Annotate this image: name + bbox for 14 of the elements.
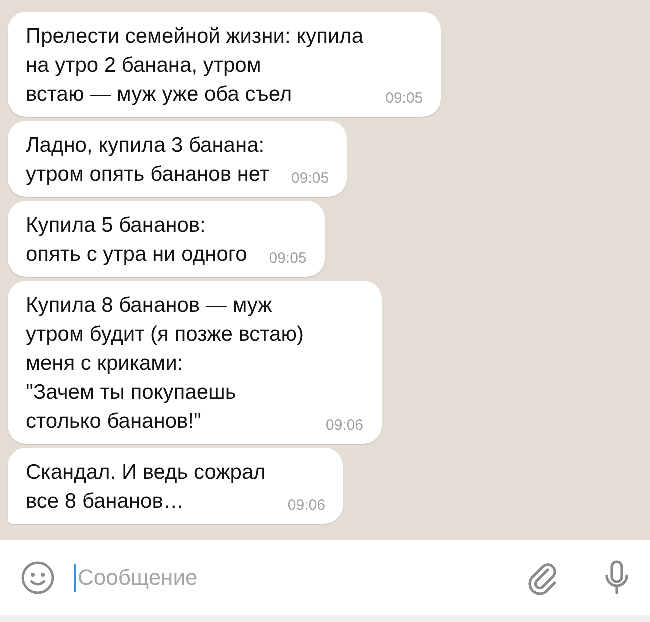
message-text: Прелести семейной жизни: купила на утро 2 банана, утром встаю — муж уже оба съел bbox=[26, 24, 364, 108]
message-time: 09:05 bbox=[386, 89, 424, 109]
message-text: Купила 5 бананов: опять с утра ни одного bbox=[26, 213, 248, 268]
message-text: Ладно, купила 3 банана: утром опять бананов нет bbox=[26, 133, 270, 188]
message-time: 09:06 bbox=[288, 496, 326, 516]
text-cursor bbox=[74, 564, 76, 592]
message-time: 09:06 bbox=[326, 416, 364, 436]
message-composer[interactable]: Сообщение bbox=[0, 540, 650, 615]
microphone-icon[interactable] bbox=[604, 560, 630, 596]
message-time: 09:05 bbox=[292, 169, 330, 189]
message-text: Скандал. И ведь сожрал все 8 бананов… bbox=[26, 460, 266, 515]
message-text: Купила 8 бананов — муж утром будит (я позже встаю) меня с криками: "Зачем ты покупаешь столько бананов!" bbox=[26, 293, 304, 435]
emoji-icon[interactable] bbox=[20, 560, 56, 596]
message-time: 09:05 bbox=[269, 249, 307, 269]
